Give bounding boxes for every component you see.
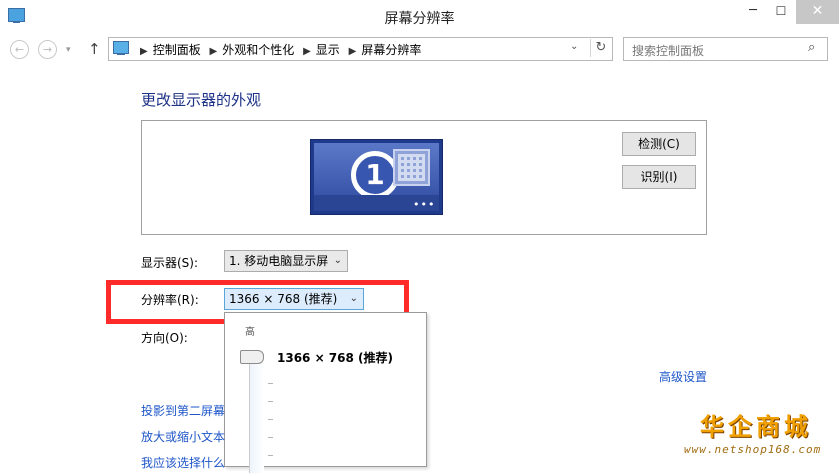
watermark-title: 华企商城 <box>700 412 812 441</box>
monitor-1-icon[interactable]: 1 ••• <box>310 139 443 215</box>
minimize-button[interactable]: ─ <box>740 0 766 24</box>
slider-top-label: 高 <box>245 327 255 338</box>
watermark: 华企商城 www.netshop168.com <box>684 407 839 465</box>
display-select-value: 1. 移动电脑显示屏 <box>229 254 329 268</box>
title-bar: 屏幕分辨率 ─ ☐ ✕ <box>0 0 839 32</box>
breadcrumb: ▶ 控制面板 ▶ 外观和个性化 ▶ 显示 ▶ 屏幕分辨率 <box>135 41 421 58</box>
refresh-icon[interactable]: ↻ <box>590 39 611 57</box>
resolution-slider-popup: 高 1366 × 768 (推荐) <box>224 312 427 473</box>
breadcrumb-item[interactable]: 外观和个性化 <box>222 43 294 57</box>
orientation-label: 方向(O): <box>141 331 188 345</box>
forward-arrow-icon[interactable]: → <box>38 40 57 59</box>
text-size-link[interactable]: 放大或缩小文本 <box>141 428 225 445</box>
slider-track[interactable] <box>249 353 264 473</box>
dots-icon: ••• <box>413 198 436 211</box>
close-button[interactable]: ✕ <box>796 0 839 24</box>
recent-locations-chevron-icon[interactable]: ▾ <box>66 45 71 55</box>
detect-button[interactable]: 检测(C) <box>622 132 696 156</box>
search-placeholder: 搜索控制面板 <box>632 44 705 58</box>
page-title: 更改显示器的外观 <box>141 91 262 109</box>
slider-tick <box>268 419 273 420</box>
back-arrow-icon[interactable]: ← <box>10 40 29 59</box>
watermark-url: www.netshop168.com <box>684 443 822 456</box>
display-label: 显示器(S): <box>141 256 199 270</box>
slider-tick <box>268 383 273 384</box>
navigation-bar: ← → ▾ ↑ ▶ 控制面板 ▶ 外观和个性化 ▶ 显示 ▶ 屏幕分辨率 ⌄ ↻ 搜索控… <box>0 35 839 63</box>
breadcrumb-separator-icon[interactable]: ▶ <box>210 46 218 57</box>
search-input[interactable]: 搜索控制面板 ⌕ <box>623 37 828 61</box>
search-icon[interactable]: ⌕ <box>808 40 815 55</box>
advanced-settings-link[interactable]: 高级设置 <box>659 368 707 385</box>
window-title: 屏幕分辨率 <box>384 11 455 27</box>
chevron-down-icon: ⌄ <box>333 255 342 266</box>
slider-current-value: 1366 × 768 (推荐) <box>277 351 394 365</box>
address-dropdown-chevron-icon[interactable]: ⌄ <box>570 41 578 52</box>
start-screen-grid-icon <box>393 149 430 186</box>
slider-tick <box>268 437 273 438</box>
breadcrumb-separator-icon[interactable]: ▶ <box>140 46 148 57</box>
breadcrumb-item[interactable]: 显示 <box>316 43 340 57</box>
breadcrumb-item[interactable]: 控制面板 <box>153 43 201 57</box>
slider-thumb[interactable] <box>240 350 264 364</box>
breadcrumb-separator-icon[interactable]: ▶ <box>349 46 357 57</box>
control-panel-icon <box>113 41 129 55</box>
breadcrumb-item[interactable]: 屏幕分辨率 <box>361 43 421 57</box>
identify-button[interactable]: 识别(I) <box>622 165 696 189</box>
monitor-number: 1 <box>351 151 399 199</box>
project-second-screen-link[interactable]: 投影到第二屏幕 <box>141 402 225 419</box>
display-preview-panel: 1 ••• 检测(C) 识别(I) <box>141 120 707 235</box>
address-bar[interactable]: ▶ 控制面板 ▶ 外观和个性化 ▶ 显示 ▶ 屏幕分辨率 ⌄ ↻ <box>108 37 613 61</box>
help-link[interactable]: 我应该选择什么 <box>141 454 225 471</box>
display-select[interactable]: 1. 移动电脑显示屏 ⌄ <box>224 250 348 272</box>
maximize-button[interactable]: ☐ <box>768 0 794 24</box>
breadcrumb-separator-icon[interactable]: ▶ <box>303 46 311 57</box>
up-arrow-icon[interactable]: ↑ <box>88 40 101 58</box>
slider-tick <box>268 401 273 402</box>
slider-tick <box>268 455 273 456</box>
